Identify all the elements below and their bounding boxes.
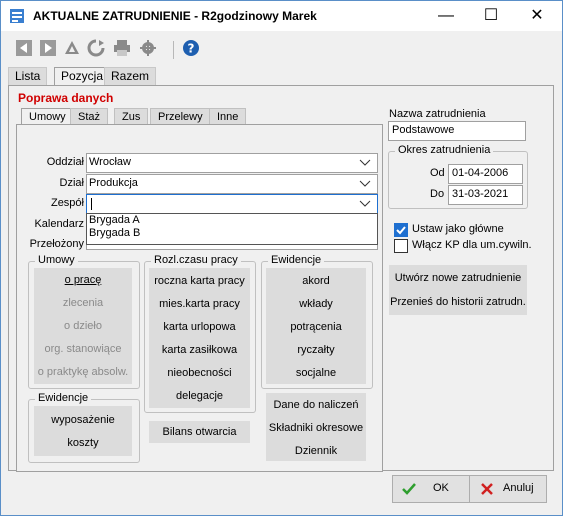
- ok-button[interactable]: OK: [392, 475, 470, 503]
- tab-pozycja[interactable]: Pozycja: [54, 67, 111, 86]
- bilans-otwarcia-button[interactable]: Bilans otwarcia: [149, 421, 250, 443]
- umowa-o-praktyke-button[interactable]: o praktykę absolw.: [34, 366, 132, 378]
- tab-lista[interactable]: Lista: [8, 67, 48, 85]
- akord-button[interactable]: akord: [266, 275, 366, 287]
- od-date-value: 01-04-2006: [452, 167, 509, 179]
- dziennik-button[interactable]: Dziennik: [266, 445, 366, 457]
- tab-zus[interactable]: Zus: [114, 108, 149, 125]
- potracenia-button[interactable]: potrącenia: [266, 321, 366, 333]
- utworz-zatrudnienie-button[interactable]: Utwórz nowe zatrudnienie: [389, 272, 527, 284]
- umowa-org-stanowiace-button[interactable]: org. stanowiące: [34, 343, 132, 355]
- okres-group-title: Okres zatrudnienia: [395, 144, 494, 156]
- nazwa-zatrudnienia-value: Podstawowe: [392, 124, 455, 136]
- umowy-buttons: o pracę zlecenia o dzieło org. stanowiąc…: [34, 268, 132, 384]
- nazwa-zatrudnienia-input[interactable]: Podstawowe: [388, 121, 526, 141]
- zespol-select[interactable]: [86, 194, 378, 214]
- do-date-input[interactable]: 31-03-2021: [448, 185, 523, 205]
- nieobecnosci-button[interactable]: nieobecności: [149, 367, 250, 379]
- anuluj-label: Anuluj: [503, 482, 534, 494]
- wlacz-kp-checkbox[interactable]: [394, 239, 408, 253]
- back-icon[interactable]: [15, 39, 33, 57]
- window-title: AKTUALNE ZATRUDNIENIE - R2godzinowy Mare…: [33, 9, 317, 23]
- chevron-down-icon: [359, 180, 371, 187]
- title-bar: AKTUALNE ZATRUDNIENIE - R2godzinowy Mare…: [1, 1, 562, 31]
- checkmark-icon: [402, 483, 416, 495]
- svg-text:?: ?: [188, 42, 195, 56]
- delegacje-button[interactable]: delegacje: [149, 390, 250, 402]
- ewidencje2-buttons: wyposażenie koszty: [34, 406, 132, 456]
- tab-inne[interactable]: Inne: [209, 108, 247, 125]
- wyposazenie-button[interactable]: wyposażenie: [34, 414, 132, 426]
- do-label: Do: [430, 188, 445, 200]
- oddzial-value: Wrocław: [89, 156, 131, 168]
- dzial-value: Produkcja: [89, 177, 138, 189]
- tab-razem[interactable]: Razem: [104, 67, 157, 85]
- ustaw-glowne-checkbox[interactable]: [394, 223, 408, 237]
- nazwa-zatrudnienia-label: Nazwa zatrudnienia: [389, 108, 486, 120]
- tab-przelewy[interactable]: Przelewy: [150, 108, 211, 125]
- od-label: Od: [430, 167, 445, 179]
- check-icon: [396, 226, 406, 235]
- close-button[interactable]: ✕: [514, 1, 560, 31]
- przenies-historia-button[interactable]: Przenieś do historii zatrudn.: [389, 296, 527, 308]
- app-icon: [10, 9, 24, 23]
- rozl-group-title: Rozl.czasu pracy: [151, 254, 241, 266]
- forward-icon[interactable]: [39, 39, 57, 57]
- od-date-input[interactable]: 01-04-2006: [448, 164, 523, 184]
- dropdown-option[interactable]: Brygada B: [87, 227, 377, 240]
- print-icon[interactable]: [113, 39, 131, 57]
- toolbar-separator: [173, 41, 174, 59]
- umowa-o-dzielo-button[interactable]: o dzieło: [34, 320, 132, 332]
- zatrudnienie-buttons: Utwórz nowe zatrudnienie Przenieś do his…: [389, 265, 527, 315]
- rozl-buttons: roczna karta pracy mies.karta pracy kart…: [149, 268, 250, 408]
- umowy-group-title: Umowy: [35, 254, 78, 266]
- zespol-dropdown: Brygada A Brygada B: [86, 213, 378, 245]
- karta-urlopowa-button[interactable]: karta urlopowa: [149, 321, 250, 333]
- cancel-icon: [481, 483, 493, 495]
- help-icon[interactable]: ?: [182, 39, 200, 57]
- ewidencje-group-title: Ewidencje: [268, 254, 325, 266]
- toolbar: ?: [1, 39, 562, 63]
- dropdown-option[interactable]: Brygada A: [87, 214, 377, 227]
- ustaw-glowne-label: Ustaw jako główne: [412, 223, 504, 235]
- chevron-down-icon: [359, 159, 371, 166]
- dane-buttons: Dane do naliczeń Składniki okresowe Dzie…: [266, 393, 366, 461]
- oddzial-select[interactable]: Wrocław: [86, 153, 378, 173]
- dzial-label: Dział: [59, 177, 84, 189]
- oddzial-label: Oddział: [46, 156, 84, 168]
- mies-karta-button[interactable]: mies.karta pracy: [149, 298, 250, 310]
- settings-icon[interactable]: [139, 39, 157, 57]
- ewidencje-buttons: akord wkłady potrącenia ryczałty socjaln…: [266, 268, 366, 384]
- refresh-icon[interactable]: [87, 39, 105, 57]
- ewidencje2-group-title: Ewidencje: [35, 392, 92, 404]
- umowa-o-prace-button[interactable]: o pracę: [34, 274, 132, 286]
- text-cursor: [91, 198, 92, 210]
- ok-label: OK: [433, 482, 449, 494]
- wlacz-kp-label: Włącz KP dla um.cywiln.: [412, 239, 532, 251]
- tab-staz[interactable]: Staż: [70, 108, 109, 125]
- roczna-karta-button[interactable]: roczna karta pracy: [149, 275, 250, 287]
- dane-do-naliczen-button[interactable]: Dane do naliczeń: [266, 399, 366, 411]
- chevron-down-icon: [359, 200, 371, 207]
- przelozony-label: Przełożony: [29, 238, 84, 250]
- zespol-label: Zespół: [50, 197, 84, 209]
- filter-icon[interactable]: [63, 39, 81, 57]
- socjalne-button[interactable]: socjalne: [266, 367, 366, 379]
- koszty-button[interactable]: koszty: [34, 437, 132, 449]
- skladniki-okresowe-button[interactable]: Składniki okresowe: [266, 422, 366, 434]
- do-date-value: 31-03-2021: [452, 188, 509, 200]
- karta-zasilkowa-button[interactable]: karta zasiłkowa: [149, 344, 250, 356]
- dzial-select[interactable]: Produkcja: [86, 174, 378, 194]
- maximize-button[interactable]: ☐: [468, 1, 514, 31]
- ryczalty-button[interactable]: ryczałty: [266, 344, 366, 356]
- wklady-button[interactable]: wkłady: [266, 298, 366, 310]
- kalendarz-label: Kalendarz: [34, 218, 84, 230]
- anuluj-button[interactable]: Anuluj: [469, 475, 547, 503]
- umowa-zlecenia-button[interactable]: zlecenia: [34, 297, 132, 309]
- minimize-button[interactable]: —: [423, 1, 469, 31]
- section-title: Poprawa danych: [18, 91, 114, 105]
